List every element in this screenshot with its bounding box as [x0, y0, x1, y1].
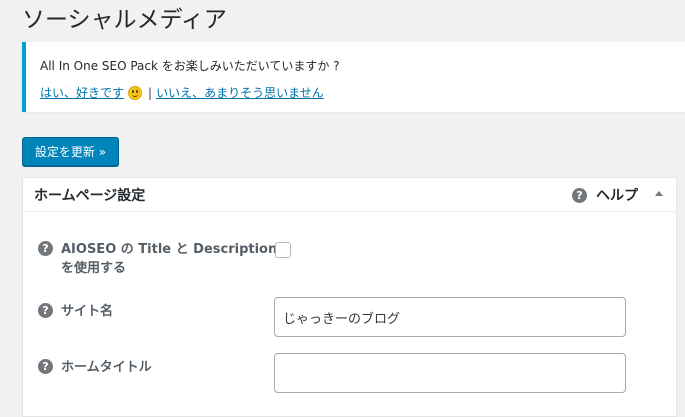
panel-title: ホームページ設定 — [34, 188, 146, 204]
update-settings-button[interactable]: 設定を更新 » — [22, 137, 119, 166]
field-label-site-name: ? サイト名 — [38, 302, 113, 321]
no-link[interactable]: いいえ、あまりそう思いません — [156, 84, 324, 101]
notice-question: All In One SEO Pack をお楽しみいただいていますか ? — [40, 59, 340, 73]
page-title: ソーシャルメディア — [22, 7, 227, 33]
field-label-use-aioseo: ? AIOSEO の Title と Description を使用する — [38, 240, 277, 278]
question-circle-icon[interactable]: ? — [38, 303, 53, 318]
label-line-2: を使用する — [61, 261, 127, 276]
help-label: ヘルプ — [596, 188, 638, 204]
use-aioseo-checkbox[interactable] — [275, 242, 291, 258]
site-name-input[interactable] — [274, 297, 626, 337]
notice-links: はい、好きです | いいえ、あまりそう思いません — [40, 84, 324, 101]
home-title-input[interactable] — [274, 353, 626, 393]
smiley-face-icon — [128, 85, 143, 100]
question-circle-icon: ? — [572, 187, 587, 203]
question-circle-icon[interactable]: ? — [38, 359, 53, 374]
panel-header: ホームページ設定 ? ヘルプ — [23, 178, 676, 212]
question-circle-icon[interactable]: ? — [38, 241, 53, 256]
homepage-settings-panel: ホームページ設定 ? ヘルプ ? AIOSEO の Title と Descri… — [22, 177, 677, 417]
help-toggle[interactable]: ? ヘルプ — [572, 185, 638, 205]
label-line-1: AIOSEO の Title と Description — [61, 242, 278, 257]
link-separator: | — [148, 85, 153, 100]
triangle-up-icon[interactable] — [655, 191, 663, 196]
field-label-home-title: ? ホームタイトル — [38, 358, 152, 377]
feedback-notice: All In One SEO Pack をお楽しみいただいていますか ? はい、… — [22, 42, 685, 112]
yes-link[interactable]: はい、好きです — [40, 84, 124, 101]
